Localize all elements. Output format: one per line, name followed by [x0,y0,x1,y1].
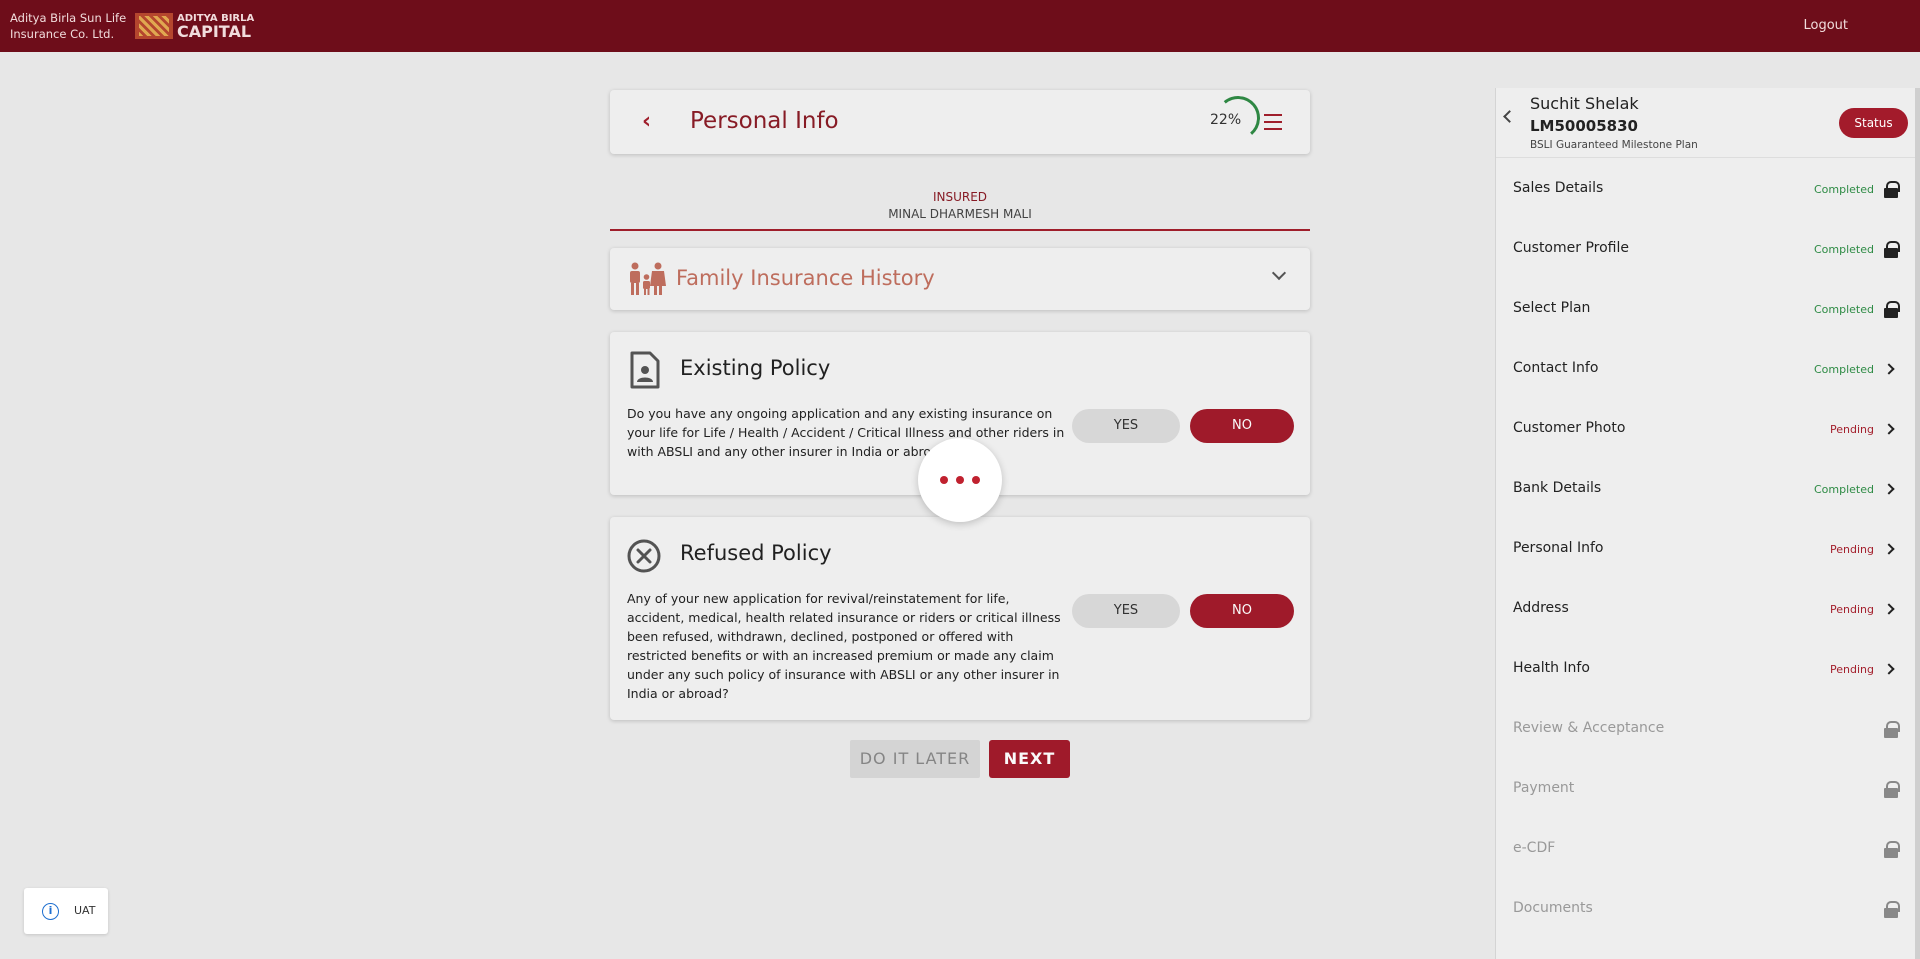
chevron-right-icon [1883,603,1895,615]
sidebar-item-sales-details[interactable]: Sales Details Completed [1496,170,1916,210]
lead-id: LM50005830 [1530,117,1638,135]
sidebar-item-contact-info[interactable]: Contact Info Completed [1496,350,1916,390]
sidebar-item-status: Completed [1814,483,1874,496]
sidebar-item-label: Contact Info [1513,360,1599,376]
chevron-right-icon [1883,423,1895,435]
sidebar-item-status: Pending [1830,543,1874,556]
sidebar-item-label: Customer Photo [1513,420,1626,436]
lock-icon [1884,781,1900,798]
sidebar-item-status: Pending [1830,603,1874,616]
sidebar-item-label: Health Info [1513,660,1590,676]
loading-spinner [918,438,1002,522]
sidebar-header: Suchit Shelak LM50005830 BSLI Guaranteed… [1496,88,1916,158]
sidebar-item-label: e-CDF [1513,840,1556,856]
sidebar-item-review-acceptance: Review & Acceptance [1496,710,1916,750]
info-icon: i [42,903,59,920]
sidebar-item-label: Select Plan [1513,300,1591,316]
sidebar-item-select-plan[interactable]: Select Plan Completed [1496,290,1916,330]
chevron-right-icon [1883,543,1895,555]
sidebar-item-status: Completed [1814,303,1874,316]
brand-line-2: Insurance Co. Ltd. [10,27,115,41]
sidebar-item-label: Documents [1513,900,1593,916]
sidebar-item-status: Pending [1830,663,1874,676]
logo-mark-icon [135,13,173,39]
sidebar-item-label: Address [1513,600,1569,616]
customer-name: Suchit Shelak [1530,94,1639,113]
loading-dot [972,476,980,484]
sidebar-scrollbar[interactable] [1915,88,1920,959]
lock-icon [1884,721,1900,738]
sidebar-item-health-info[interactable]: Health Info Pending [1496,650,1916,690]
lock-icon [1884,841,1900,858]
brand-text: Aditya Birla Sun Life Insurance Co. Ltd. [10,10,135,42]
sidebar-item-customer-photo[interactable]: Customer Photo Pending [1496,410,1916,450]
sidebar-item-e-cdf: e-CDF [1496,830,1916,870]
chevron-right-icon [1883,363,1895,375]
sidebar-item-label: Customer Profile [1513,240,1629,256]
environment-badge: i UAT [24,888,108,934]
logo-line-2: CAPITAL [177,21,252,41]
loading-dot [956,476,964,484]
lock-icon [1884,241,1900,258]
sidebar-item-label: Review & Acceptance [1513,720,1665,736]
lock-icon [1884,301,1900,318]
chevron-right-icon [1883,483,1895,495]
sidebar-item-payment: Payment [1496,770,1916,810]
lock-icon [1884,181,1900,198]
plan-name: BSLI Guaranteed Milestone Plan [1530,139,1698,151]
sidebar-item-label: Sales Details [1513,180,1604,196]
sidebar-item-label: Personal Info [1513,540,1604,556]
sidebar-item-bank-details[interactable]: Bank Details Completed [1496,470,1916,510]
sidebar-item-label: Bank Details [1513,480,1602,496]
chevron-right-icon [1883,663,1895,675]
sidebar-item-label: Payment [1513,780,1575,796]
sidebar-collapse-chevron-icon[interactable] [1503,110,1516,123]
logout-link[interactable]: Logout [1803,18,1848,33]
sidebar-item-status: Completed [1814,183,1874,196]
environment-label: UAT [74,904,96,917]
sidebar-item-personal-info[interactable]: Personal Info Pending [1496,530,1916,570]
progress-sidebar: Suchit Shelak LM50005830 BSLI Guaranteed… [1495,88,1920,959]
sidebar-item-address[interactable]: Address Pending [1496,590,1916,630]
app-header: Aditya Birla Sun Life Insurance Co. Ltd.… [0,0,1920,52]
sidebar-item-status: Completed [1814,243,1874,256]
brand-line-1: Aditya Birla Sun Life [10,11,127,25]
lock-icon [1884,901,1900,918]
loading-dot [940,476,948,484]
status-button[interactable]: Status [1839,108,1908,138]
sidebar-item-documents: Documents [1496,890,1916,930]
sidebar-item-status: Completed [1814,363,1874,376]
aditya-birla-capital-logo: ADITYA BIRLA CAPITAL [135,12,254,40]
sidebar-item-customer-profile[interactable]: Customer Profile Completed [1496,230,1916,270]
sidebar-item-status: Pending [1830,423,1874,436]
